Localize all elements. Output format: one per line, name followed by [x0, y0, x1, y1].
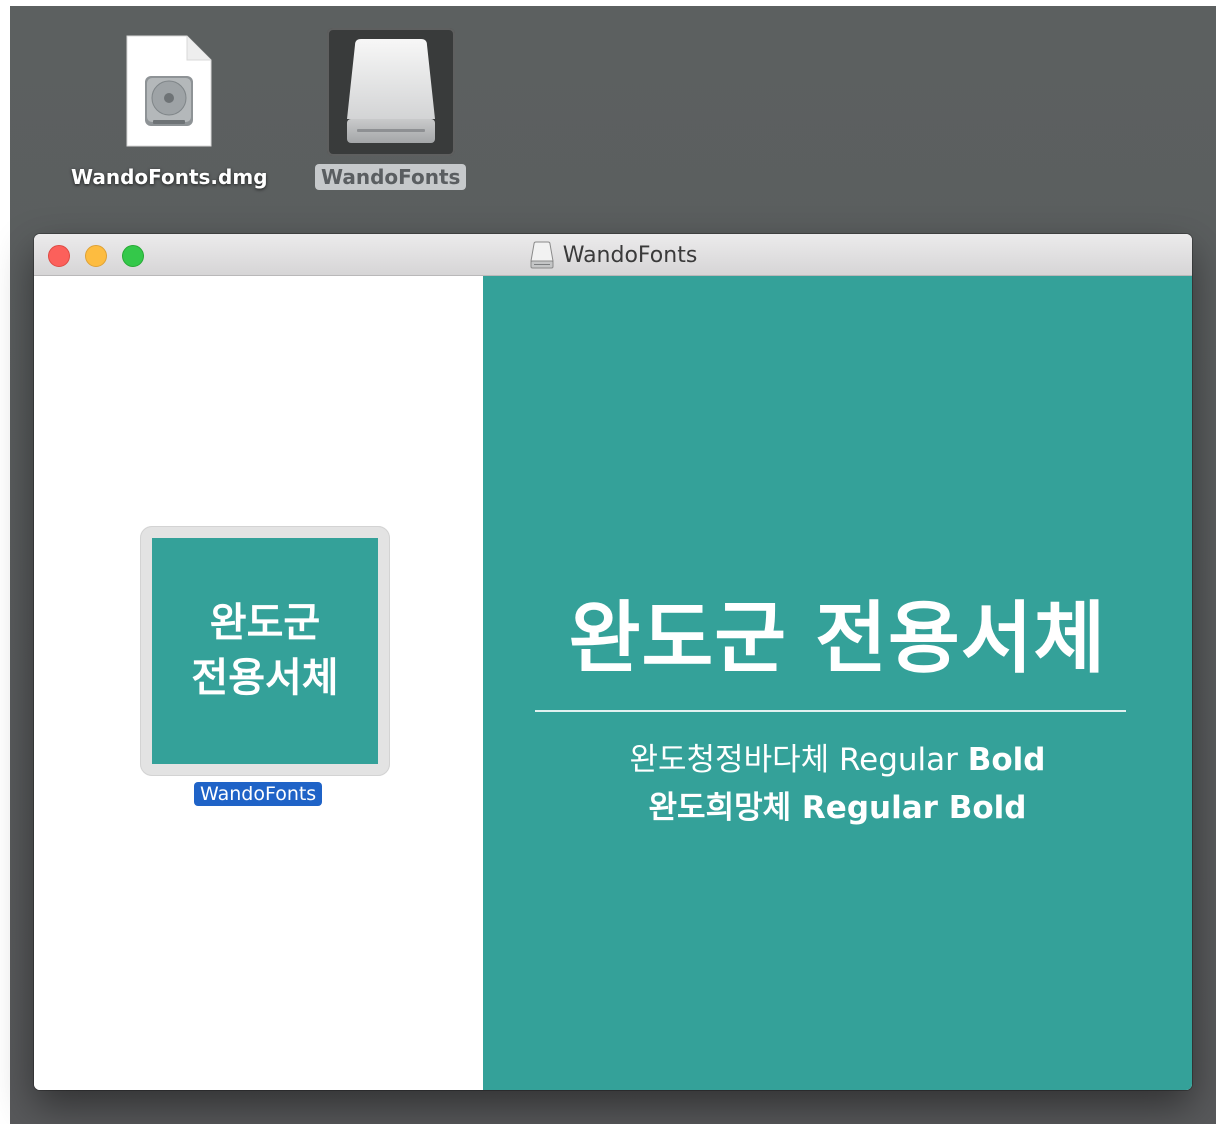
icon-area: 완도군 전용서체 WandoFonts [34, 276, 483, 1090]
font-line-chungjeong: 완도청정바다체 Regular Bold [483, 734, 1192, 779]
desktop-icon-label[interactable]: WandoFonts [315, 164, 467, 190]
window-title-group: WandoFonts [34, 234, 1192, 276]
disk-image-file-icon[interactable] [105, 28, 233, 156]
app-icon-text-line1: 완도군 [209, 599, 321, 646]
window-title: WandoFonts [562, 242, 698, 268]
app-icon-text-line2: 전용서체 [191, 655, 339, 701]
mounted-volume-item[interactable]: WandoFonts [315, 28, 467, 190]
background-banner: 완도군 전용서체 완도청정바다체 Regular Bold 완도희망체 Regu… [483, 276, 1192, 1090]
banner-title: 완도군 전용서체 [568, 594, 1107, 684]
dmg-file-item[interactable]: WandoFonts.dmg [65, 28, 274, 190]
desktop: WandoFonts.dmg WandoFonts WandoFonts 완도군… [10, 6, 1216, 1124]
font-name-chungjeong: 완도청정바다체 Regular [629, 742, 958, 778]
font-weight-bold-label: Bold [967, 742, 1046, 778]
font-line-huimang: 완도희망체 Regular Bold [648, 790, 1027, 826]
app-icon-label[interactable]: WandoFonts [194, 782, 323, 806]
external-drive-icon[interactable] [326, 28, 455, 156]
finder-window: WandoFonts 완도군 전용서체 WandoFonts 완도군 전용서체 … [34, 234, 1192, 1090]
app-icon-face: 완도군 전용서체 [152, 538, 378, 764]
wandofonts-app-icon[interactable]: 완도군 전용서체 [140, 526, 390, 776]
drive-icon [530, 241, 554, 269]
banner-divider [535, 710, 1126, 712]
window-titlebar[interactable]: WandoFonts [34, 234, 1192, 276]
window-content: 완도군 전용서체 WandoFonts 완도군 전용서체 완도청정바다체 Reg… [34, 276, 1192, 1090]
desktop-icon-label[interactable]: WandoFonts.dmg [65, 164, 274, 190]
